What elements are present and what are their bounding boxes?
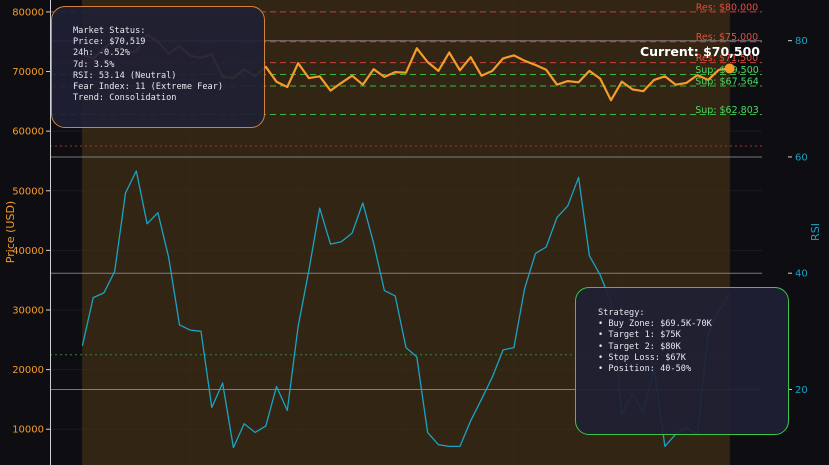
strategy-line: • Stop Loss: $67K [598,352,686,363]
rsi-tick-label: 40 [795,269,808,280]
rsi-tick-label: 20 [795,385,808,396]
strategy-box: Strategy: • Buy Zone: $69.5K-70K • Target … [575,287,789,435]
rsi-tick-label: 60 [795,152,808,163]
level-label: Sup: $67,564 [695,77,759,88]
price-tick-label: 20000 [12,365,44,376]
strategy-line: • Target 1: $75K [598,330,681,341]
level-label: Res: $80,000 [696,2,758,13]
market-status-line: Market Status: [73,26,146,36]
price-tick-label: 50000 [12,186,44,197]
price-axis-label: Price (USD) [4,201,17,263]
market-status-line: 7d: 3.5% [73,59,115,70]
price-tick-label: 10000 [12,425,44,436]
market-status-line: Trend: Consolidation [73,93,177,104]
strategy-line: • Buy Zone: $69.5K-70K [598,319,712,330]
price-axis-ticks: 1000020000300004000050000600007000080000 [12,7,50,436]
price-tick-label: 80000 [12,7,44,18]
price-tick-label: 30000 [12,306,44,317]
current-price-marker [724,63,735,74]
current-price-dot [724,63,735,74]
market-status-line: RSI: 53.14 (Neutral) [73,70,177,81]
strategy-line: • Target 2: $80K [598,341,681,352]
market-status-line: Fear Index: 11 (Extreme Fear) [73,82,224,93]
strategy-line: • Position: 40-50% [598,364,692,375]
strategy-line: Strategy: [598,308,645,318]
rsi-axis-label: RSI [809,223,822,241]
rsi-tick-label: 80 [795,36,808,47]
rsi-axis-ticks: 20 40 60 80 [788,36,808,396]
market-status-box: Market Status: Price: $70,519 24h: -0.52% 7… [51,6,265,128]
market-status-line: 24h: -0.52% [73,48,130,59]
price-tick-label: 60000 [12,127,44,138]
price-tick-label: 70000 [12,67,44,78]
market-status-line: Price: $70,519 [73,37,146,48]
level-label: Sup: $62,803 [695,105,759,116]
level-label: Res: $75,000 [696,32,758,43]
current-price-label: Current: $70,500 [640,44,760,59]
